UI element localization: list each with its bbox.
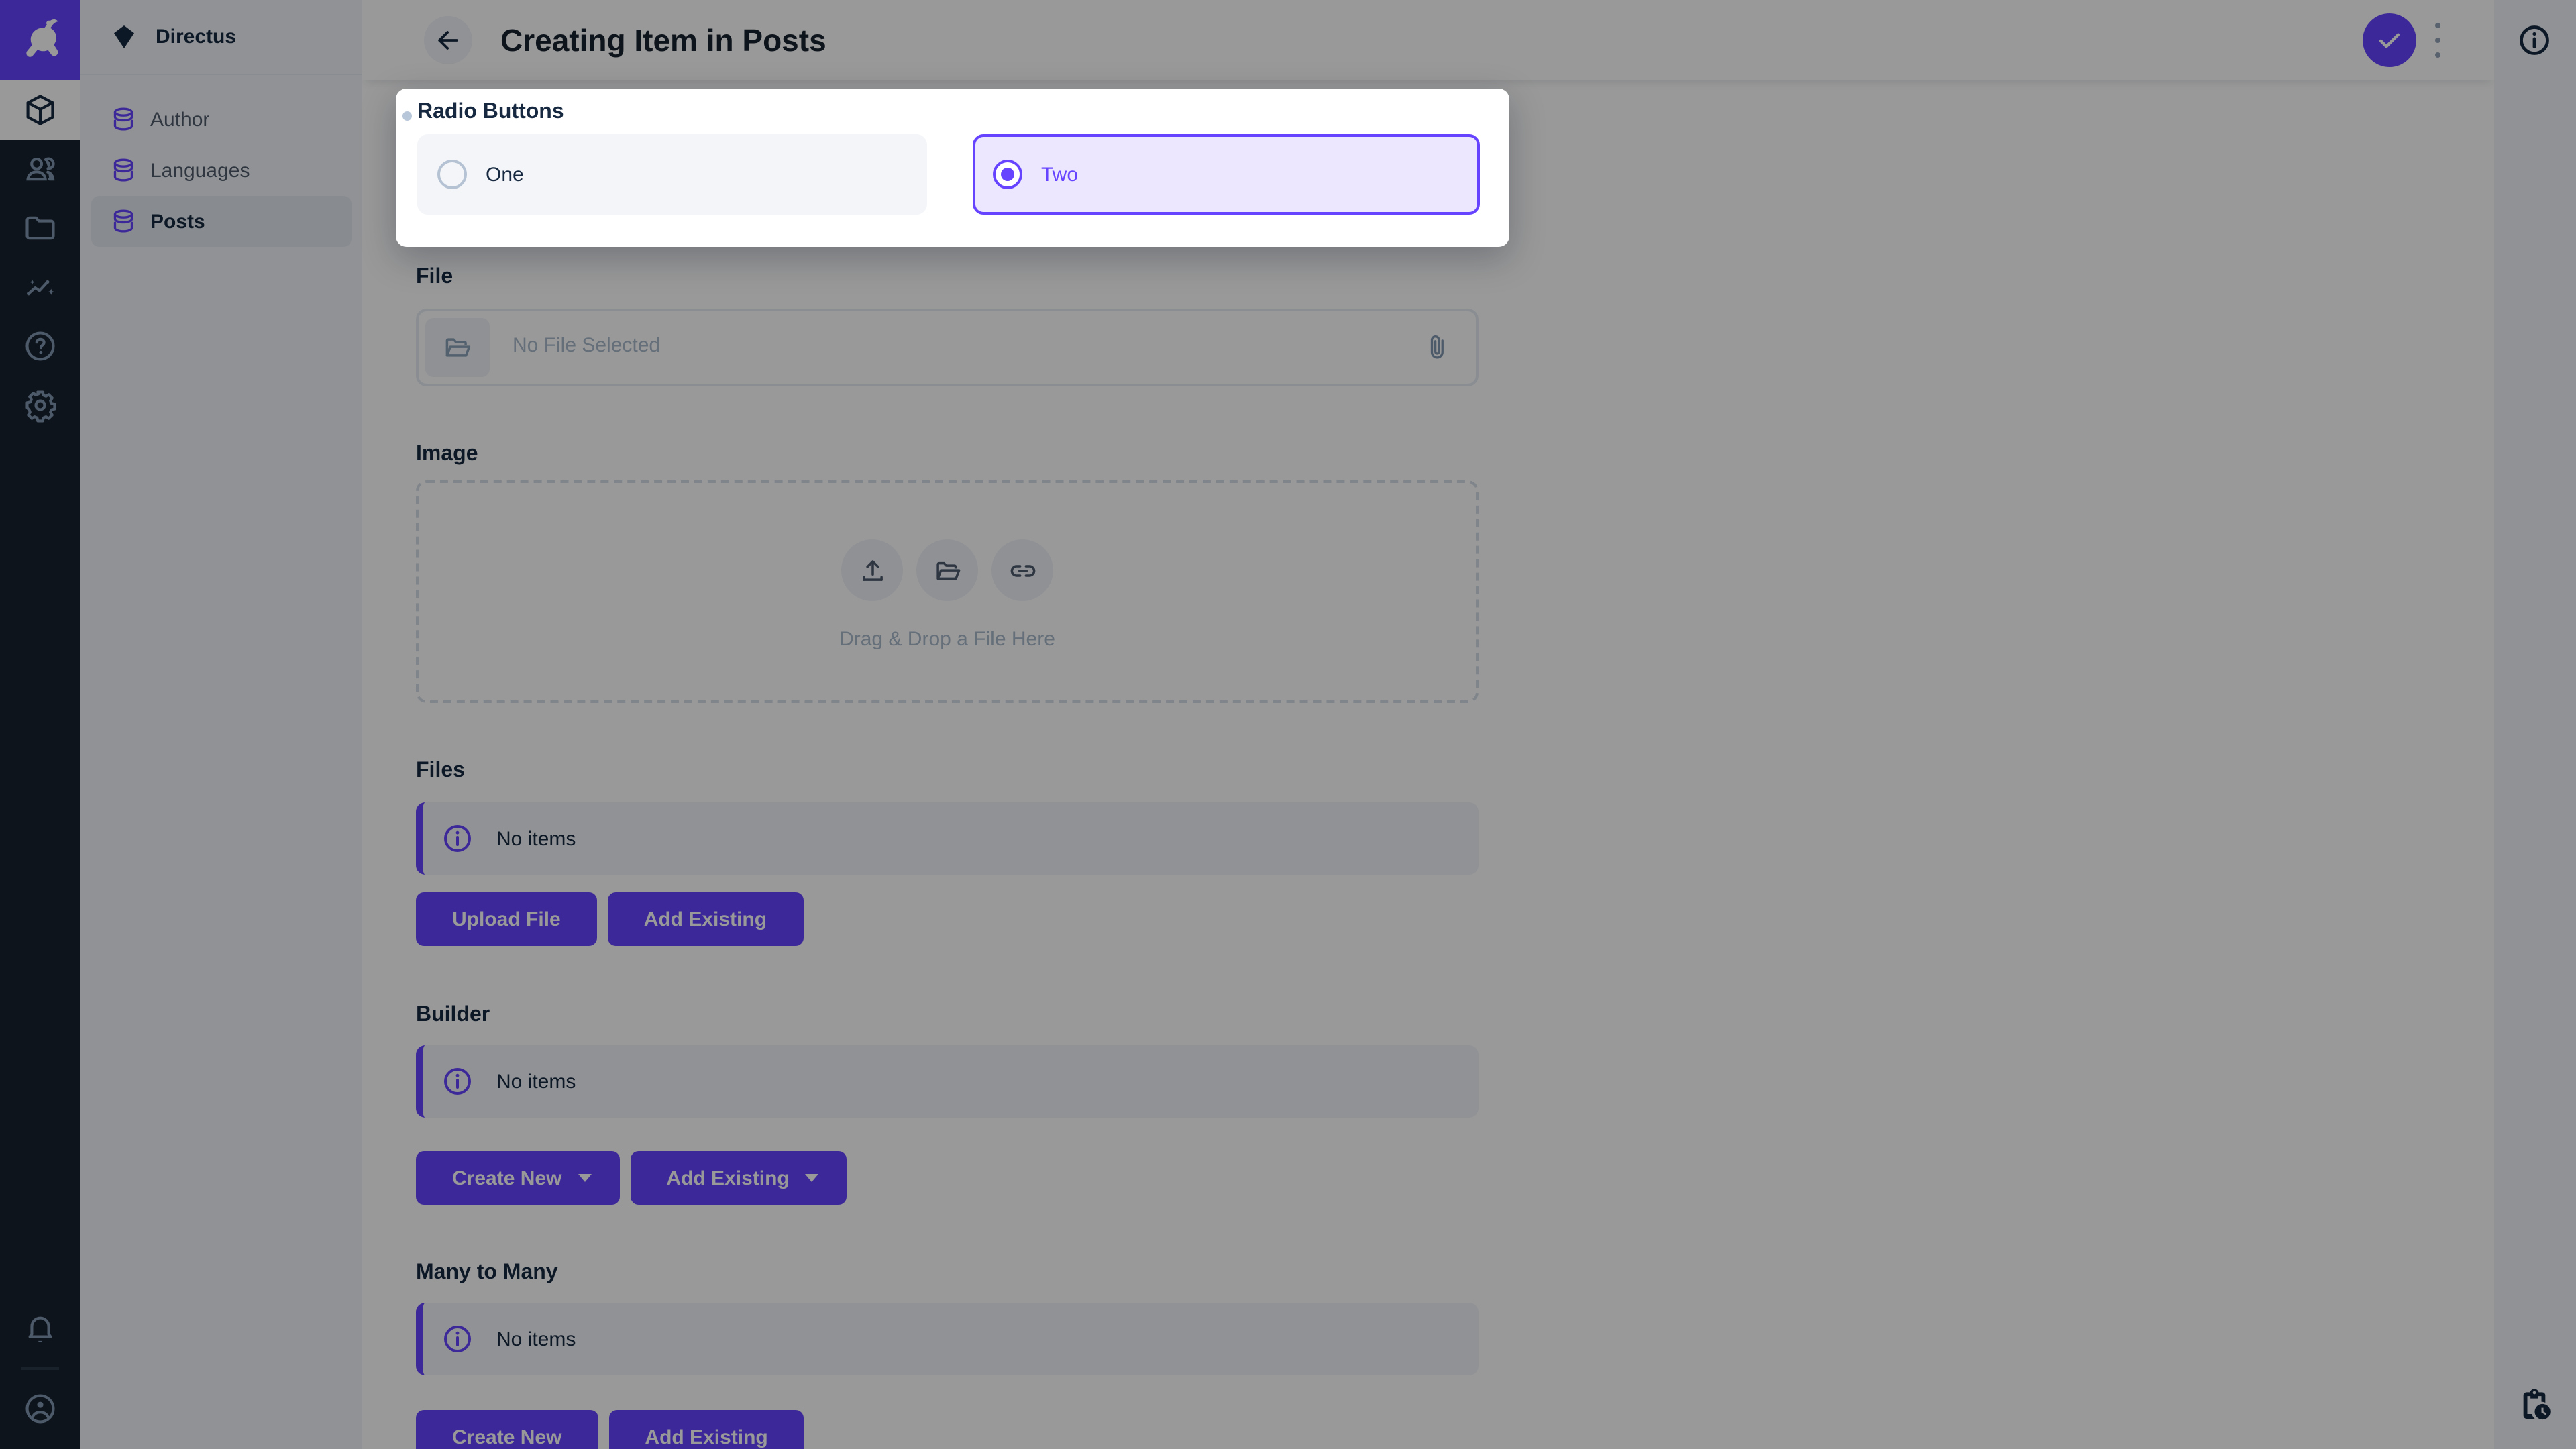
radio-option-one[interactable]: One xyxy=(417,134,927,215)
app-window: Directus Author Languages xyxy=(0,0,2576,1449)
radio-option-two[interactable]: Two xyxy=(973,134,1480,215)
radio-checked-icon xyxy=(993,160,1022,189)
radio-unchecked-icon xyxy=(437,160,467,189)
field-label-radio-buttons: Radio Buttons xyxy=(417,101,564,125)
radio-buttons-field-card: Radio Buttons One Two xyxy=(396,89,1509,247)
edited-indicator-dot xyxy=(402,111,412,121)
